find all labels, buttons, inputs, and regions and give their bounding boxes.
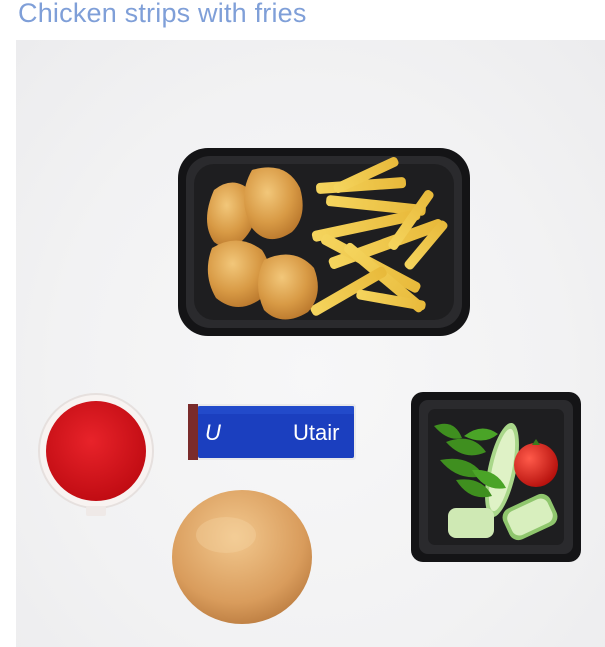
page-title: Chicken strips with fries [18,0,307,28]
vegetable-salad-box [411,392,581,562]
meal-photo: U Utair [16,40,605,647]
ketchup-cup [38,393,154,516]
candy-brand-text: Utair [293,420,339,445]
meal-illustration: U Utair [38,148,581,624]
bread-roll [172,490,312,624]
main-tray [178,148,470,336]
candy-bar: U Utair [188,404,356,460]
candy-logo-glyph: U [205,420,221,445]
